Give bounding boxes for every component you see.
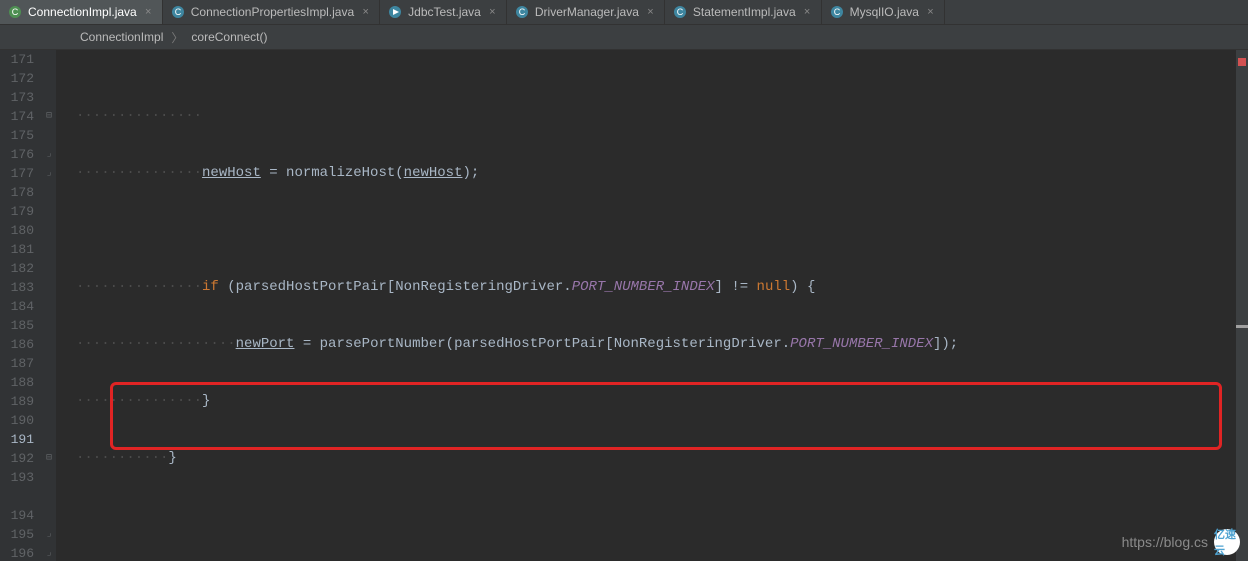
close-icon[interactable]: × bbox=[925, 7, 936, 18]
tab-label: JdbcTest.java bbox=[408, 5, 481, 19]
error-stripe[interactable] bbox=[1236, 50, 1248, 561]
code-editor[interactable]: 1711721731741751761771781791801811821831… bbox=[0, 50, 1248, 561]
close-icon[interactable]: × bbox=[143, 7, 154, 18]
breadcrumb-class[interactable]: ConnectionImpl bbox=[80, 30, 163, 44]
svg-text:C: C bbox=[12, 7, 19, 17]
tab-label: ConnectionPropertiesImpl.java bbox=[191, 5, 354, 19]
close-icon[interactable]: × bbox=[802, 7, 813, 18]
svg-text:C: C bbox=[174, 7, 181, 17]
tab-connectionprops[interactable]: C ConnectionPropertiesImpl.java × bbox=[163, 0, 380, 24]
tab-connectionimpl[interactable]: C ConnectionImpl.java × bbox=[0, 0, 163, 24]
tab-label: StatementImpl.java bbox=[693, 5, 796, 19]
tab-label: DriverManager.java bbox=[535, 5, 639, 19]
close-icon[interactable]: × bbox=[487, 7, 498, 18]
tab-drivermanager[interactable]: C DriverManager.java × bbox=[507, 0, 665, 24]
code-area[interactable]: ··············· ···············newHost =… bbox=[56, 50, 1248, 561]
svg-text:C: C bbox=[519, 7, 526, 17]
tab-label: MysqlIO.java bbox=[850, 5, 919, 19]
line-gutter: 1711721731741751761771781791801811821831… bbox=[0, 50, 42, 561]
tab-jdbctest[interactable]: JdbcTest.java × bbox=[380, 0, 507, 24]
svg-text:C: C bbox=[833, 7, 840, 17]
error-marker-icon[interactable] bbox=[1238, 58, 1246, 66]
svg-text:C: C bbox=[677, 7, 684, 17]
run-icon bbox=[388, 5, 402, 19]
class-icon: C bbox=[8, 5, 22, 19]
breadcrumb-method[interactable]: coreConnect() bbox=[191, 30, 267, 44]
breadcrumb: ConnectionImpl 〉 coreConnect() bbox=[0, 25, 1248, 50]
caret-marker bbox=[1236, 325, 1248, 328]
chevron-right-icon: 〉 bbox=[171, 29, 183, 46]
editor-tabs: C ConnectionImpl.java × C ConnectionProp… bbox=[0, 0, 1248, 25]
tab-label: ConnectionImpl.java bbox=[28, 5, 137, 19]
close-icon[interactable]: × bbox=[360, 7, 371, 18]
class-icon: C bbox=[673, 5, 687, 19]
fold-gutter: ⊟⌟⌟⊟⌟⌟ bbox=[42, 50, 56, 561]
class-icon: C bbox=[171, 5, 185, 19]
watermark: https://blog.cs 亿速云 bbox=[1122, 529, 1240, 555]
class-icon: C bbox=[515, 5, 529, 19]
watermark-logo-icon: 亿速云 bbox=[1214, 529, 1240, 555]
tab-statementimpl[interactable]: C StatementImpl.java × bbox=[665, 0, 822, 24]
close-icon[interactable]: × bbox=[645, 7, 656, 18]
tab-mysqlio[interactable]: C MysqlIO.java × bbox=[822, 0, 945, 24]
class-icon: C bbox=[830, 5, 844, 19]
watermark-url: https://blog.cs bbox=[1122, 534, 1208, 550]
